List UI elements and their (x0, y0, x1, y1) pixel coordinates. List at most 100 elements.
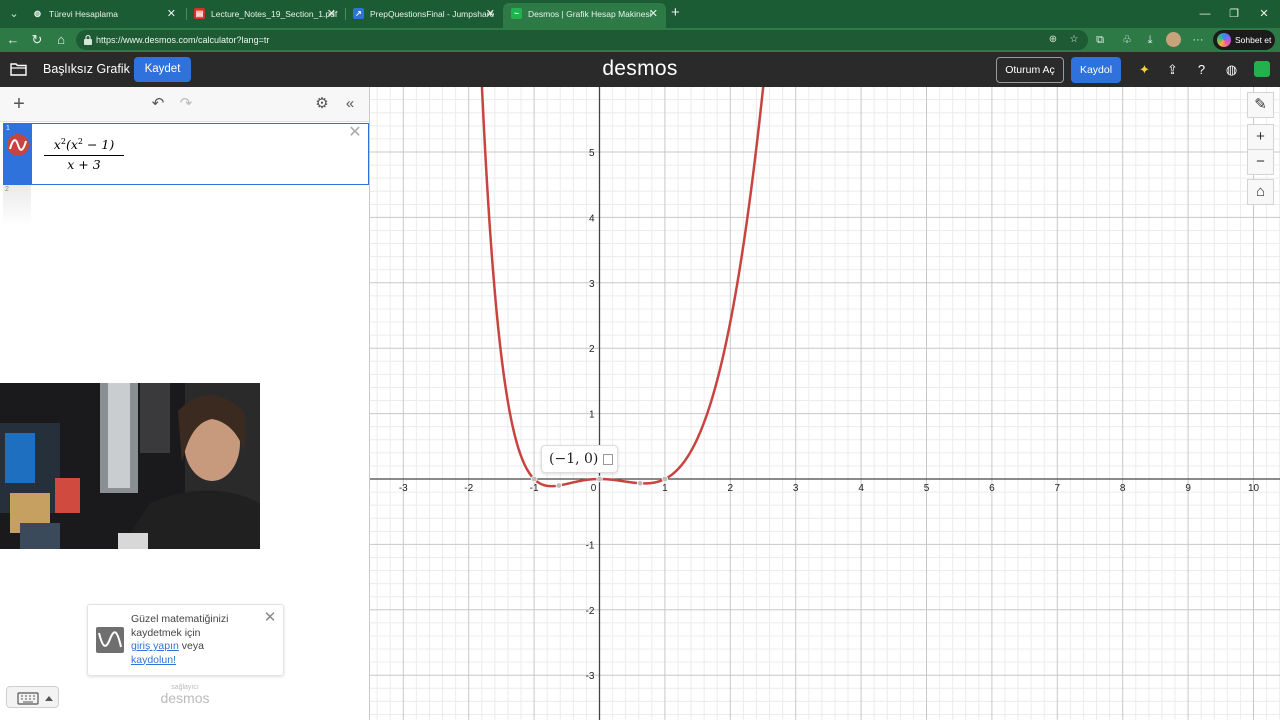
address-bar[interactable]: https://www.desmos.com/calculator?lang=t… (76, 30, 1088, 50)
signup-link[interactable]: kaydolun! (131, 654, 176, 666)
sparkle-icon[interactable]: ✦ (1136, 61, 1153, 78)
browser-tab[interactable]: ◍ Türevi Hesaplama ✕ (24, 3, 184, 25)
extensions-icon[interactable]: ⧉ (1092, 33, 1108, 47)
x-tick-label: 7 (1055, 483, 1061, 494)
major-grid (370, 87, 1280, 720)
curve-color-icon[interactable] (7, 134, 29, 156)
desmos-graph-icon (96, 627, 124, 653)
undo-icon[interactable]: ↶ (149, 95, 167, 113)
tab-list-menu-icon[interactable]: ⌄ (4, 5, 24, 23)
lock-icon (84, 34, 92, 45)
download-icon[interactable]: ⤓ (1142, 33, 1158, 47)
minimize-icon[interactable]: — (1190, 0, 1220, 28)
copy-icon[interactable] (603, 454, 613, 465)
close-icon[interactable]: ✕ (649, 3, 658, 25)
expression-index: 1 (6, 125, 10, 132)
browser-tab[interactable]: ↗ PrepQuestionsFinal - Jumpshare ✕ (345, 3, 503, 25)
formula-denominator: x + 3 (67, 157, 101, 173)
expression-row[interactable]: 1 x2(x2 − 1) x + 3 ✕ (3, 123, 369, 185)
home-icon[interactable]: ⌂ (52, 31, 70, 49)
point-coordinate-text: (−1, 0) (549, 451, 599, 467)
copilot-button[interactable]: Sohbet et (1213, 30, 1275, 50)
x-tick-label: 10 (1248, 483, 1260, 494)
save-promo-toast: Güzel matematiğinizi kaydetmek için giri… (87, 604, 284, 676)
x-tick-label: 1 (662, 483, 668, 494)
graph-paper[interactable]: -3 -2 -1 0 1 2 3 4 5 6 7 8 9 10 5 4 3 2 1 -1 -2 -3 (370, 87, 1280, 720)
tick-labels: -3 -2 -1 0 1 2 3 4 5 6 7 8 9 10 5 4 3 2 1 -1 -2 -3 (399, 148, 1260, 682)
close-icon[interactable]: ✕ (486, 3, 495, 25)
expression-gutter[interactable]: 1 (4, 124, 32, 184)
intercept-point (555, 482, 563, 489)
zoom-out-button[interactable]: − (1247, 149, 1274, 175)
back-icon[interactable]: ← (4, 31, 22, 49)
x-tick-label: 5 (924, 483, 930, 494)
collapse-panel-icon[interactable]: « (341, 95, 359, 113)
x-tick-label: 8 (1120, 483, 1126, 494)
y-tick-label: 4 (589, 213, 595, 224)
settings-gear-icon[interactable]: ⚙ (313, 95, 331, 113)
y-tick-label: -2 (586, 606, 595, 617)
num-rest: − 1) (82, 137, 115, 153)
point-coordinate-label[interactable]: (−1, 0) (541, 445, 618, 473)
y-tick-label: 5 (589, 148, 595, 159)
login-button[interactable]: Oturum Aç (996, 57, 1064, 83)
graph-title[interactable]: Başlıksız Grafik (43, 52, 130, 87)
promo-line: Güzel matematiğinizi kaydetmek için (131, 613, 229, 639)
keypad-toggle-button[interactable] (6, 686, 59, 708)
add-expression-icon[interactable]: + (10, 94, 28, 114)
maximize-icon[interactable]: ❐ (1219, 0, 1249, 28)
x-tick-label: 2 (728, 483, 734, 494)
desmos-logo: desmos (602, 57, 678, 80)
url-text: https://www.desmos.com/calculator?lang=t… (96, 35, 270, 45)
signup-button[interactable]: Kaydol (1071, 57, 1121, 83)
close-icon[interactable]: ✕ (167, 3, 176, 25)
new-tab-icon[interactable]: + (671, 3, 685, 25)
collections-icon[interactable]: ♧ (1119, 33, 1135, 47)
pdf-icon: ▤ (194, 8, 205, 19)
save-button[interactable]: Kaydet (134, 57, 191, 82)
login-link[interactable]: giriş yapın (131, 640, 179, 652)
wrench-icon[interactable]: ✎ (1247, 92, 1274, 118)
browser-tab[interactable]: ▤ Lecture_Notes_19_Section_1.pdf ✕ (186, 3, 344, 25)
x-tick-label: 9 (1185, 483, 1191, 494)
expression-row-empty[interactable]: 2 (3, 185, 369, 225)
browser-tab-strip: ⌄ ◍ Türevi Hesaplama ✕ ▤ Lecture_Notes_1… (0, 0, 1280, 28)
axes (370, 87, 1280, 720)
help-icon[interactable]: ? (1193, 61, 1210, 78)
expression-gutter[interactable]: 2 (3, 185, 31, 225)
profile-avatar[interactable] (1166, 32, 1181, 47)
expression-formula[interactable]: x2(x2 − 1) x + 3 (44, 134, 124, 173)
folder-icon[interactable] (10, 62, 27, 76)
expression-index: 2 (5, 186, 9, 193)
jumpshare-icon: ↗ (353, 8, 364, 19)
browser-toolbar: ← ↻ ⌂ https://www.desmos.com/calculator?… (0, 28, 1280, 52)
formula-numerator: x2(x2 − 1) (44, 134, 124, 157)
close-icon[interactable]: ✕ (327, 3, 336, 25)
powered-brand: desmos (160, 690, 210, 706)
y-tick-label: 2 (589, 344, 595, 355)
y-tick-label: 3 (589, 279, 595, 290)
minor-grid (370, 87, 1280, 720)
graph-canvas[interactable]: -3 -2 -1 0 1 2 3 4 5 6 7 8 9 10 5 4 3 2 1 -1 -2 -3 (370, 87, 1280, 720)
zoom-icon[interactable]: ⊕ (1046, 33, 1060, 47)
x-tick-label: 0 (591, 483, 597, 494)
num-base: x (53, 137, 61, 153)
browser-tab-active[interactable]: ~ Desmos | Grafik Hesap Makinesi ✕ (503, 3, 666, 28)
y-tick-label: 1 (589, 410, 595, 421)
zoom-in-button[interactable]: + (1247, 124, 1274, 150)
desmos-editor-icon[interactable] (1254, 61, 1270, 77)
window-close-icon[interactable]: ✕ (1249, 0, 1279, 28)
reload-icon[interactable]: ↻ (28, 31, 46, 49)
delete-expression-icon[interactable]: ✕ (348, 125, 362, 141)
webcam-video-image (0, 383, 260, 549)
close-icon[interactable]: ✕ (263, 610, 277, 625)
favorite-star-icon[interactable]: ☆ (1067, 33, 1081, 47)
intercept-point (636, 480, 644, 487)
x-tick-label: 6 (989, 483, 995, 494)
language-globe-icon[interactable]: ◍ (1223, 61, 1240, 78)
redo-icon[interactable]: ↷ (177, 95, 195, 113)
more-menu-icon[interactable]: ··· (1190, 33, 1206, 47)
screen: ⌄ ◍ Türevi Hesaplama ✕ ▤ Lecture_Notes_1… (0, 0, 1280, 720)
home-view-icon[interactable]: ⌂ (1247, 179, 1274, 205)
share-icon[interactable]: ⇪ (1164, 61, 1181, 78)
